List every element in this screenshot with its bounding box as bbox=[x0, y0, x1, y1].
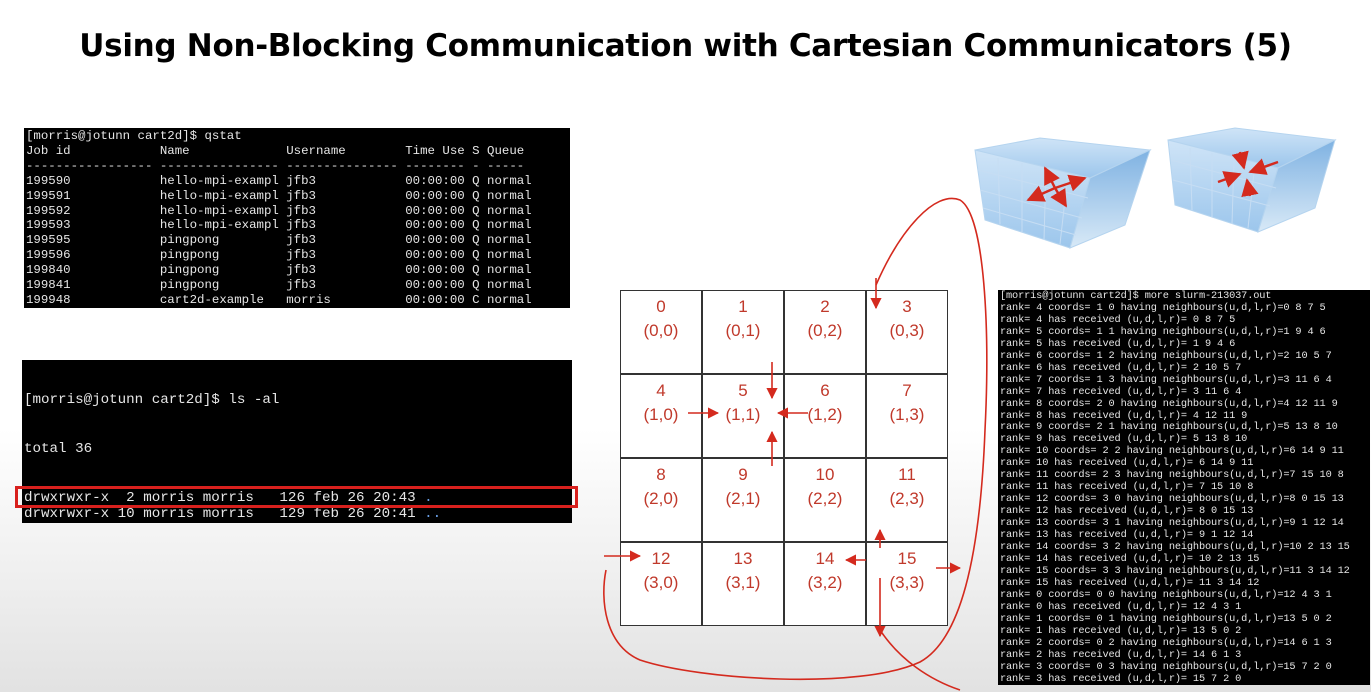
cell-rank: 13 bbox=[733, 549, 753, 568]
ls-file-row[interactable]: -rwxrwxr-x 1 morris morris 13052 feb 26 … bbox=[24, 522, 572, 523]
grid-cell-6: 6 (1,2) bbox=[784, 374, 866, 458]
cell-rank: 11 bbox=[898, 465, 916, 484]
qstat-line: 199596 pingpong jfb3 00:00:00 Q normal bbox=[26, 248, 532, 263]
grid-cell-13: 13 (3,1) bbox=[702, 542, 784, 626]
grid-cell-0: 0 (0,0) bbox=[620, 290, 702, 374]
slurm-output-line: rank= 3 coords= 0 3 having neighbours(u,… bbox=[1000, 660, 1332, 673]
grid-cell-8: 8 (2,0) bbox=[620, 458, 702, 542]
qstat-line: ----------------- ---------------- -----… bbox=[26, 158, 525, 173]
cell-rank: 0 bbox=[656, 297, 666, 316]
grid-cell-14: 14 (3,2) bbox=[784, 542, 866, 626]
cell-rank: 2 bbox=[820, 297, 830, 316]
cell-coords: (3,1) bbox=[725, 573, 761, 592]
cell-coords: (1,3) bbox=[889, 405, 925, 424]
qstat-line: 199593 hello-mpi-exampl jfb3 00:00:00 Q … bbox=[26, 218, 532, 233]
slurm-output-line: rank= 5 has received (u,d,l,r)= 1 9 4 6 bbox=[1000, 337, 1236, 350]
qstat-line: 199840 pingpong jfb3 00:00:00 Q normal bbox=[26, 263, 532, 278]
cell-coords: (0,3) bbox=[889, 321, 925, 340]
slurm-output-line: rank= 2 has received (u,d,l,r)= 14 6 1 3 bbox=[1000, 648, 1242, 661]
cell-coords: (2,1) bbox=[725, 489, 761, 508]
cell-coords: (2,2) bbox=[807, 489, 843, 508]
cell-coords: (0,1) bbox=[725, 321, 761, 340]
cell-coords: (3,2) bbox=[807, 573, 843, 592]
grid-cell-15: 15 (3,3) bbox=[866, 542, 948, 626]
slurm-output-line: rank= 0 coords= 0 0 having neighbours(u,… bbox=[1000, 588, 1332, 601]
ls-prompt: [morris@jotunn cart2d]$ ls -al bbox=[24, 392, 280, 409]
grid-cell-9: 9 (2,1) bbox=[702, 458, 784, 542]
cell-rank: 3 bbox=[902, 297, 912, 316]
slurm-output-line: rank= 7 has received (u,d,l,r)= 3 11 6 4 bbox=[1000, 385, 1242, 398]
qstat-terminal[interactable]: [morris@jotunn cart2d]$ qstat Job id Name… bbox=[24, 128, 570, 308]
cell-coords: (1,0) bbox=[643, 405, 679, 424]
grid-cell-1: 1 (0,1) bbox=[702, 290, 784, 374]
ls-total: total 36 bbox=[24, 441, 93, 458]
slurm-output-line: rank= 6 has received (u,d,l,r)= 2 10 5 7 bbox=[1000, 361, 1242, 374]
grid-cell-11: 11 (2,3) bbox=[866, 458, 948, 542]
qstat-line: 199591 hello-mpi-exampl jfb3 00:00:00 Q … bbox=[26, 188, 532, 203]
slurm-output-line: rank= 8 coords= 2 0 having neighbours(u,… bbox=[1000, 397, 1338, 410]
cell-rank: 7 bbox=[902, 381, 912, 400]
qstat-line: [morris@jotunn cart2d]$ qstat bbox=[26, 129, 242, 143]
grid-cell-2: 2 (0,2) bbox=[784, 290, 866, 374]
cell-rank: 5 bbox=[738, 381, 748, 400]
slurm-output-line: rank= 1 has received (u,d,l,r)= 13 5 0 2 bbox=[1000, 624, 1242, 637]
file-meta: -rwxrwxr-x 1 morris morris 13052 feb 26 … bbox=[24, 522, 424, 523]
slurm-output-line: rank= 2 coords= 0 2 having neighbours(u,… bbox=[1000, 636, 1332, 649]
cell-coords: (3,0) bbox=[643, 573, 679, 592]
qstat-line: 199841 pingpong jfb3 00:00:00 Q normal bbox=[26, 278, 532, 293]
ls-file-row[interactable]: drwxrwxr-x 10 morris morris 129 feb 26 2… bbox=[24, 506, 572, 522]
file-name[interactable]: .. bbox=[424, 506, 441, 522]
slurm-output-line: rank= 1 coords= 0 1 having neighbours(u,… bbox=[1000, 612, 1332, 625]
qstat-line: 199595 pingpong jfb3 00:00:00 Q normal bbox=[26, 233, 532, 248]
grid-cell-4: 4 (1,0) bbox=[620, 374, 702, 458]
qstat-line: 199592 hello-mpi-exampl jfb3 00:00:00 Q … bbox=[26, 203, 532, 218]
outward-exchange-cube-icon bbox=[974, 137, 1152, 249]
cell-rank: 4 bbox=[656, 381, 666, 400]
cell-coords: (3,3) bbox=[889, 573, 925, 592]
qstat-line: 199590 hello-mpi-exampl jfb3 00:00:00 Q … bbox=[26, 173, 532, 188]
cell-coords: (1,2) bbox=[807, 405, 843, 424]
cell-rank: 8 bbox=[656, 465, 666, 484]
grid-cell-3: 3 (0,3) bbox=[866, 290, 948, 374]
cell-coords: (2,0) bbox=[643, 489, 679, 508]
slurm-output-terminal[interactable]: [morris@jotunn cart2d]$ more slurm-21303… bbox=[998, 290, 1370, 685]
highlight-box bbox=[15, 486, 578, 508]
file-meta: drwxrwxr-x 10 morris morris 129 feb 26 2… bbox=[24, 505, 425, 522]
cell-rank: 1 bbox=[738, 297, 748, 316]
cell-rank: 9 bbox=[738, 465, 748, 484]
slurm-output-line: rank= 3 has received (u,d,l,r)= 15 7 2 0 bbox=[1000, 672, 1242, 685]
slurm-output-line: rank= 6 coords= 1 2 having neighbours(u,… bbox=[1000, 349, 1332, 362]
cell-coords: (0,2) bbox=[807, 321, 843, 340]
slide-title: Using Non-Blocking Communication with Ca… bbox=[79, 28, 1292, 64]
cell-rank: 14 bbox=[815, 549, 835, 568]
cell-rank: 10 bbox=[815, 465, 835, 484]
grid-cell-12: 12 (3,0) bbox=[620, 542, 702, 626]
cartesian-grid: 0 (0,0) 1 (0,1) 2 (0,2) 3 (0,3) 4 (1,0) 5 (1,1) 6 (1,… bbox=[620, 290, 948, 626]
grid-cell-7: 7 (1,3) bbox=[866, 374, 948, 458]
cell-rank: 12 bbox=[651, 549, 671, 568]
cell-rank: 6 bbox=[820, 381, 830, 400]
cell-coords: (0,0) bbox=[643, 321, 679, 340]
slurm-output-line: rank= 0 has received (u,d,l,r)= 12 4 3 1 bbox=[1000, 600, 1242, 613]
qstat-line: Job id Name Username Time Use S Queue bbox=[26, 143, 525, 158]
file-name[interactable]: cart2d bbox=[424, 522, 475, 523]
cell-coords: (1,1) bbox=[725, 405, 761, 424]
cell-rank: 15 bbox=[897, 549, 917, 568]
slurm-output-line: rank= 7 coords= 1 3 having neighbours(u,… bbox=[1000, 373, 1332, 386]
inward-exchange-cube-icon bbox=[1167, 127, 1337, 233]
grid-cell-10: 10 (2,2) bbox=[784, 458, 866, 542]
qstat-line: 199948 cart2d-example morris 00:00:00 C … bbox=[26, 292, 532, 307]
cell-coords: (2,3) bbox=[889, 489, 925, 508]
